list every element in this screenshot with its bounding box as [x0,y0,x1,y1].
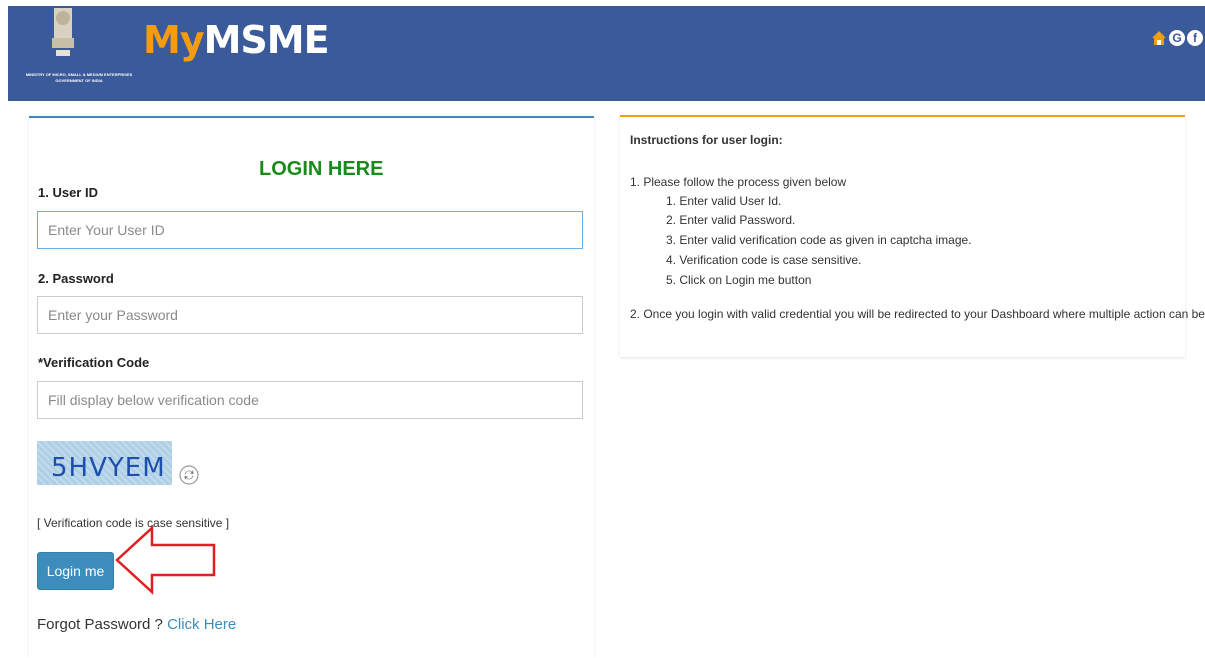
forgot-password-text: Forgot Password ? [37,616,163,633]
password-input[interactable] [37,296,583,334]
home-icon[interactable] [1151,30,1167,46]
site-header: MINISTRY OF MICRO, SMALL & MEDIUM ENTERP… [8,6,1205,101]
instruction-step-1: 1. Please follow the process given below [630,175,847,189]
mymsme-logo[interactable]: MyMSME [143,18,330,62]
verification-code-label: *Verification Code [38,355,150,370]
logo-msme: MSME [203,18,330,62]
captcha-image: 5HVYEM [37,441,172,485]
login-title: LOGIN HERE [259,158,384,180]
password-label: 2. Password [38,271,114,286]
national-emblem-icon [52,8,74,56]
ministry-name: MINISTRY OF MICRO, SMALL & MEDIUM ENTERP… [4,72,154,84]
login-button[interactable]: Login me [37,552,114,590]
google-icon[interactable]: G [1169,30,1185,46]
captcha-text: 5HVYEM [51,453,166,483]
instruction-substep: 4. Verification code is case sensitive. [666,253,862,267]
government-line: GOVERNMENT OF INDIA [55,78,103,83]
verification-code-input[interactable] [37,381,583,419]
forgot-password: Forgot Password ? Click Here [37,616,236,633]
instruction-step-2: 2. Once you login with valid credential … [630,307,1205,321]
user-id-label: 1. User ID [38,185,98,200]
instructions-panel: Instructions for user login: 1. Please f… [620,115,1205,357]
user-id-input[interactable] [37,211,583,249]
login-panel: LOGIN HERE 1. User ID 2. Password *Verif… [29,116,594,658]
instruction-substep: 3. Enter valid verification code as give… [666,233,972,247]
refresh-captcha-icon[interactable] [179,465,199,485]
instruction-substep: 2. Enter valid Password. [666,213,796,227]
header-icons: G f [1151,30,1203,46]
facebook-icon[interactable]: f [1187,30,1203,46]
instructions-title: Instructions for user login: [630,133,783,147]
forgot-password-link[interactable]: Click Here [167,616,236,633]
instruction-substep: 1. Enter valid User Id. [666,194,782,208]
red-arrow-pointer [115,525,216,595]
logo-my: My [143,18,205,62]
instruction-substep: 5. Click on Login me button [666,273,812,287]
